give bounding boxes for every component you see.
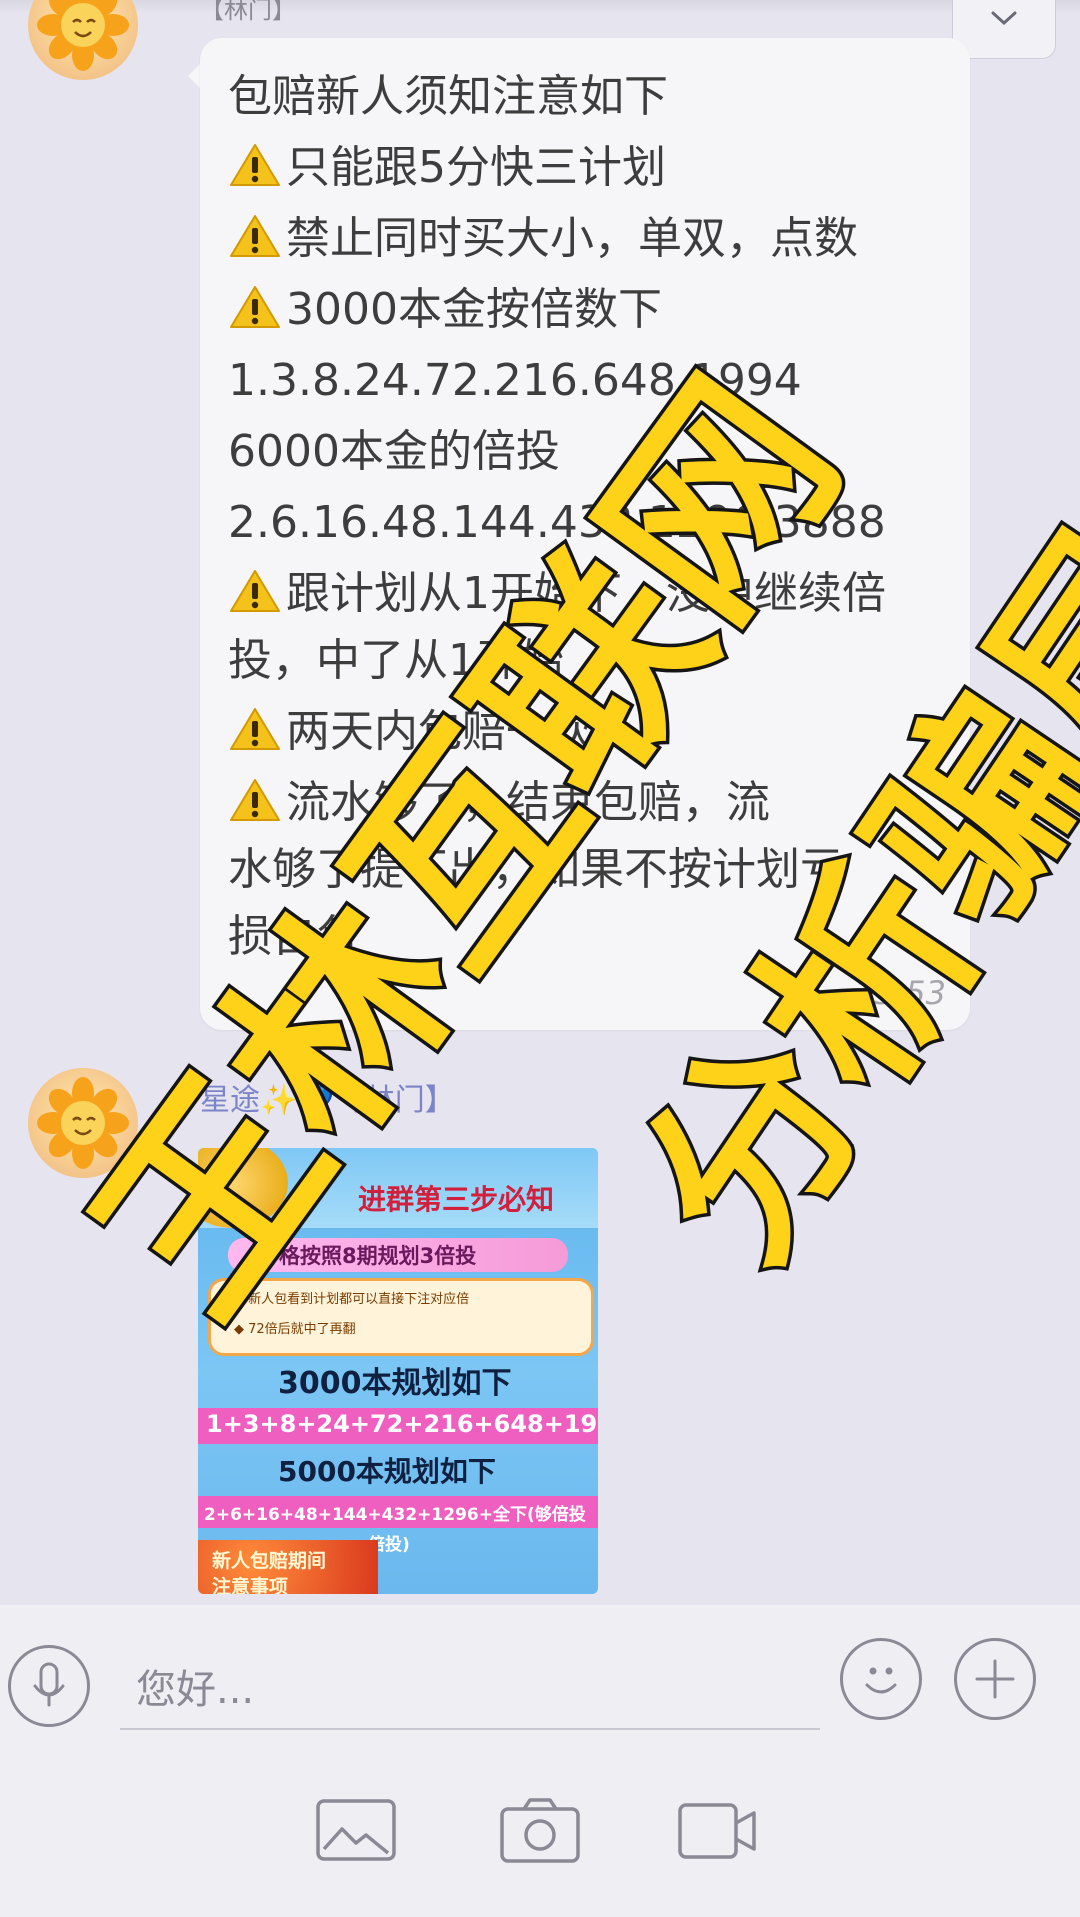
top-bar <box>0 0 1080 14</box>
plus-button[interactable] <box>954 1638 1036 1720</box>
video-button[interactable] <box>676 1795 760 1865</box>
image-plan-sequence: 1+3+8+24+72+216+648+1944 <box>206 1410 598 1438</box>
sunflower-avatar-icon <box>37 0 129 71</box>
message-input[interactable]: 您好... <box>120 1650 820 1730</box>
image-plan-title: 3000本规划如下 <box>278 1366 512 1401</box>
image-icon <box>316 1799 396 1861</box>
image-plan-title: 5000本规划如下 <box>278 1455 496 1488</box>
voice-icon <box>33 1662 65 1707</box>
chevron-down-icon <box>991 11 1017 26</box>
message-line: 禁止同时买大小，单双，点数 <box>228 210 858 268</box>
image-footer-text: 新人包赔期间 注意事项 <box>212 1550 327 1594</box>
plus-icon <box>975 1659 1015 1699</box>
message-line: 6000本金的倍投 <box>228 426 560 477</box>
warning-icon <box>228 284 282 330</box>
warning-icon <box>228 213 282 259</box>
camera-button[interactable] <box>498 1795 582 1865</box>
emoji-button[interactable] <box>840 1638 922 1720</box>
voice-button[interactable] <box>8 1645 90 1727</box>
camera-icon <box>500 1798 580 1863</box>
video-icon <box>678 1803 756 1859</box>
warning-icon <box>228 706 282 752</box>
sender-avatar[interactable] <box>28 0 138 80</box>
image-picker-button[interactable] <box>314 1795 398 1865</box>
image-plan-sequence: 2+6+16+48+144+432+1296+全下(够倍投 <box>204 1505 586 1525</box>
chat-title: 【林门】 <box>200 0 296 24</box>
warning-icon <box>228 568 282 614</box>
emoji-icon <box>865 1667 897 1694</box>
message-line: 3000本金按倍数下 <box>228 281 662 339</box>
message-line: 只能跟5分快三计划 <box>228 139 666 197</box>
message-line: 包赔新人须知注意如下 <box>228 71 668 122</box>
warning-icon <box>228 142 282 188</box>
